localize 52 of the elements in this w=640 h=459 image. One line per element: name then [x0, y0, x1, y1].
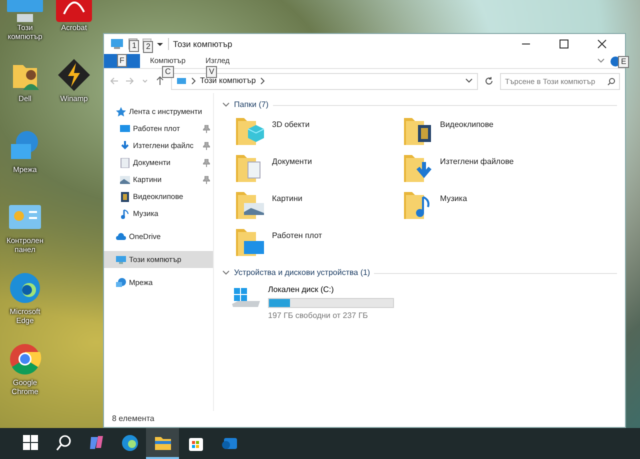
drive-item[interactable]: Локален диск (C:) 197 ГБ свободни от 237 ГБ — [222, 283, 400, 323]
computer-icon — [176, 76, 187, 86]
up-arrow-icon[interactable] — [155, 76, 165, 86]
group-header[interactable]: Папки (7) — [234, 99, 268, 111]
keytip-tooltip: 2 — [143, 41, 154, 53]
file-tab[interactable]: F — [104, 54, 140, 68]
folder-item[interactable]: 3D обекти — [234, 115, 402, 152]
folder-icon — [234, 115, 266, 147]
address-bar[interactable]: Този компютър — [171, 72, 478, 90]
network-icon — [116, 278, 126, 288]
folder-item[interactable]: Изтеглени файлове — [402, 152, 570, 189]
monitor-icon — [120, 124, 130, 134]
chevron-icon — [260, 77, 265, 85]
computer-icon — [110, 38, 124, 50]
folder-icon — [402, 152, 434, 184]
windows-logo-icon — [20, 432, 40, 452]
document-icon — [120, 158, 130, 168]
music-note-icon — [120, 208, 130, 218]
keytip-tooltip: 1 — [129, 40, 140, 52]
film-icon — [120, 192, 130, 202]
folder-icon — [402, 115, 434, 147]
download-arrow-icon — [120, 140, 130, 150]
window-title: Този компютър — [173, 38, 234, 50]
star-icon — [116, 106, 126, 116]
folder-item[interactable]: Картини — [234, 189, 402, 226]
circle-logo-icon — [7, 341, 43, 377]
chevron-icon[interactable] — [222, 269, 230, 277]
address-path: Този компютър — [200, 75, 256, 87]
folder-item[interactable]: Работен плот — [234, 226, 402, 263]
maximize-icon — [558, 38, 570, 50]
folder-item[interactable]: Видеоклипове — [402, 115, 570, 152]
folder-icon — [234, 189, 266, 221]
group-header[interactable]: Устройства и дискови устройства (1) — [234, 267, 370, 279]
chevron-icon — [191, 77, 196, 85]
keytip-tooltip: E — [618, 56, 630, 68]
lightning-icon — [56, 57, 92, 93]
search-icon — [607, 76, 616, 86]
search-icon — [54, 432, 74, 452]
status-text: 8 елемента — [112, 413, 154, 425]
cloud-icon — [116, 232, 126, 242]
picture-icon — [120, 174, 130, 184]
keytip: F — [116, 54, 128, 68]
keytip-tooltip: V — [206, 66, 218, 78]
chevron-icon[interactable] — [222, 101, 230, 109]
folder-icon — [234, 226, 266, 258]
folder-item[interactable]: Документи — [234, 152, 402, 189]
refresh-icon[interactable] — [484, 76, 494, 86]
close-icon — [596, 38, 608, 50]
computer-icon — [116, 254, 126, 264]
keytip-tooltip: C — [162, 66, 174, 78]
folder-item[interactable]: Музика — [402, 189, 570, 226]
taskbar-button[interactable] — [146, 428, 179, 459]
